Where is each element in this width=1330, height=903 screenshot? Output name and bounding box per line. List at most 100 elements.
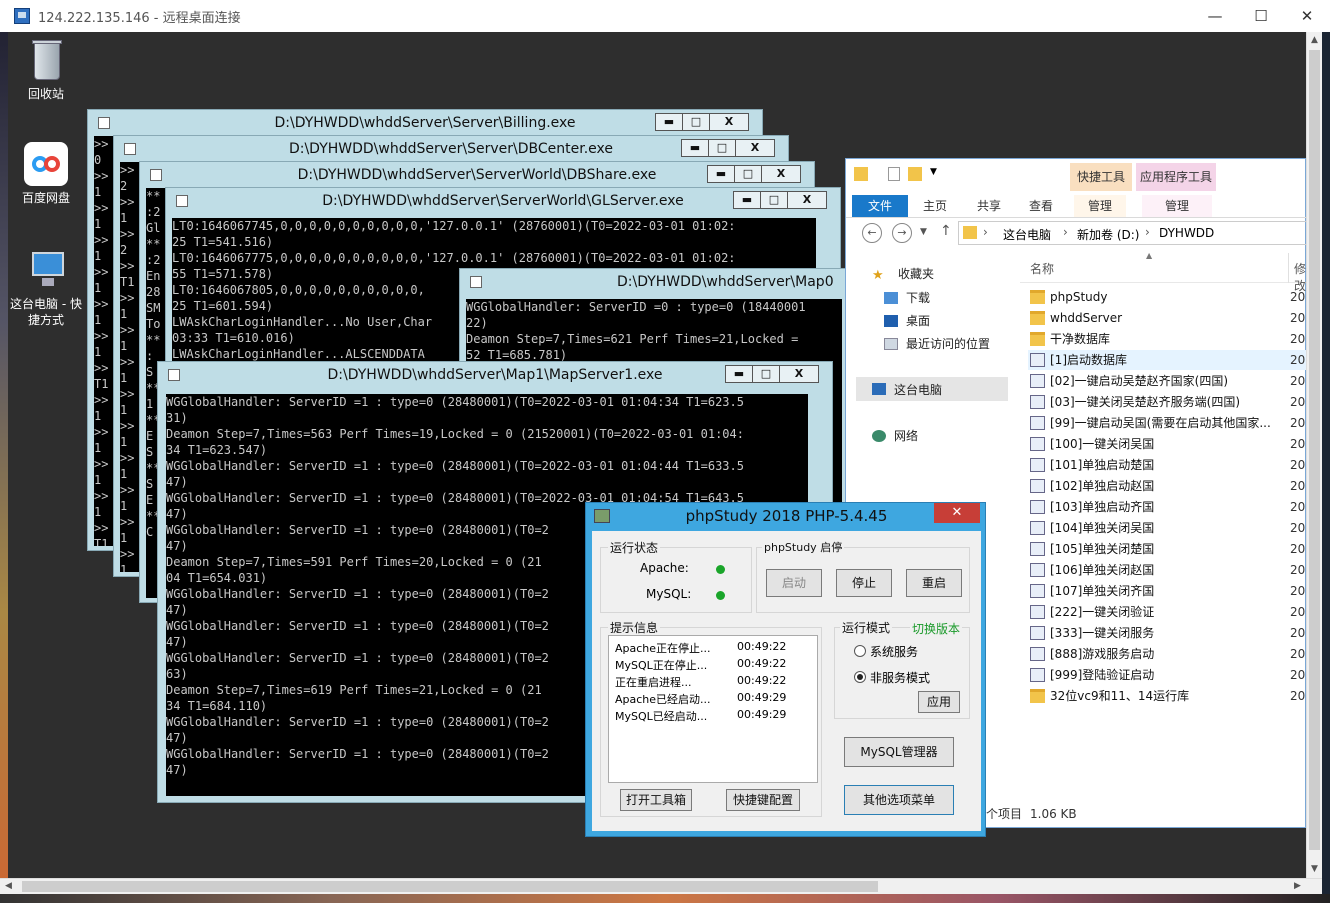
file-row[interactable]: [03]一键关闭吴楚赵齐服务端(四国) 20 xyxy=(1028,392,1306,412)
file-row[interactable]: [1]启动数据库 20 xyxy=(1028,350,1306,370)
nav-favorites[interactable]: ★ 收藏夹 xyxy=(872,265,934,283)
maximize-button[interactable]: □ xyxy=(734,165,762,183)
file-row[interactable]: whddServer 20 xyxy=(1028,308,1306,328)
file-row[interactable]: [999]登陆验证启动 20 xyxy=(1028,665,1306,685)
restart-button[interactable]: 重启 xyxy=(906,569,962,597)
log-message: MySQL已经启动... xyxy=(615,710,708,723)
file-row[interactable]: phpStudy 20 xyxy=(1028,287,1306,307)
close-button[interactable]: X xyxy=(761,165,801,183)
nav-this-pc[interactable]: 这台电脑 xyxy=(856,377,1008,401)
maximize-button[interactable]: □ xyxy=(682,113,710,131)
maximize-button[interactable]: □ xyxy=(708,139,736,157)
close-button[interactable]: ✕ xyxy=(1284,0,1330,32)
tab-file[interactable]: 文件 xyxy=(852,195,908,217)
file-row[interactable]: [100]一键关闭吴国 20 xyxy=(1028,434,1306,454)
breadcrumb-drive[interactable]: 新加卷 (D:) xyxy=(1077,226,1139,243)
maximize-button[interactable]: □ xyxy=(760,191,788,209)
back-button[interactable]: ← xyxy=(862,223,882,243)
local-desktop-edge-bottom xyxy=(0,894,1330,903)
console-title-bar: D:\DYHWDD\whddServer\Map0 xyxy=(460,269,858,295)
radio-system-service[interactable] xyxy=(854,645,866,657)
breadcrumb-sep-icon: › xyxy=(1063,225,1068,239)
scroll-left-icon[interactable]: ◀ xyxy=(5,881,12,891)
file-row[interactable]: [02]一键启动吴楚赵齐国家(四国) 20 xyxy=(1028,371,1306,391)
maximize-button[interactable]: ☐ xyxy=(1238,0,1284,32)
close-button[interactable]: X xyxy=(787,191,827,209)
file-row[interactable]: [107]单独关闭齐国 20 xyxy=(1028,581,1306,601)
forward-button[interactable]: → xyxy=(892,223,912,243)
file-date: 20 xyxy=(1290,332,1306,346)
scroll-up-icon[interactable]: ▲ xyxy=(1311,35,1318,45)
run-mode-label: 运行模式 xyxy=(840,619,893,636)
breadcrumb-this-pc[interactable]: 这台电脑 xyxy=(1003,226,1051,243)
breadcrumb-dyhwdd[interactable]: DYHWDD xyxy=(1159,226,1214,240)
minimize-button[interactable]: ▬ xyxy=(655,113,683,131)
scroll-down-icon[interactable]: ▼ xyxy=(1311,864,1318,874)
close-button[interactable]: ✕ xyxy=(934,503,980,523)
tab-manage-shortcut[interactable]: 管理 xyxy=(1074,195,1126,217)
file-row[interactable]: [104]单独关闭吴国 20 xyxy=(1028,518,1306,538)
nav-desktop[interactable]: 桌面 xyxy=(884,312,930,329)
file-date: 20 xyxy=(1290,500,1306,514)
mysql-status-indicator xyxy=(716,591,725,600)
nav-network[interactable]: 网络 xyxy=(872,427,918,444)
up-button[interactable]: ↑ xyxy=(940,223,952,239)
file-row[interactable]: [99]一键启动吴国(需要在启动其他国家... 20 xyxy=(1028,413,1306,433)
minimize-button[interactable]: — xyxy=(1192,0,1238,32)
apply-button[interactable]: 应用 xyxy=(918,691,960,713)
file-row[interactable]: [106]单独关闭赵国 20 xyxy=(1028,560,1306,580)
recent-locations-icon[interactable]: ▼ xyxy=(920,227,927,237)
file-row[interactable]: 干净数据库 20 xyxy=(1028,329,1306,349)
scroll-thumb[interactable] xyxy=(1309,50,1320,850)
vertical-scrollbar[interactable]: ▲ ▼ xyxy=(1306,32,1322,878)
ctx-tab-shortcut-tools[interactable]: 快捷工具 xyxy=(1070,163,1132,191)
file-row[interactable]: [888]游戏服务启动 20 xyxy=(1028,644,1306,664)
horizontal-scrollbar[interactable]: ◀ ▶ xyxy=(0,878,1322,894)
column-name[interactable]: 名称 xyxy=(1030,260,1054,277)
scroll-thumb[interactable] xyxy=(22,881,878,892)
file-row[interactable]: [222]一键关闭验证 20 xyxy=(1028,602,1306,622)
shortcut-config-button[interactable]: 快捷键配置 xyxy=(726,789,800,811)
apache-status-indicator xyxy=(716,565,725,574)
radio-non-service[interactable] xyxy=(854,671,866,683)
minimize-button[interactable]: ▬ xyxy=(725,365,753,383)
close-button[interactable]: X xyxy=(779,365,819,383)
address-bar[interactable]: › 这台电脑 › 新加卷 (D:) › DYHWDD xyxy=(958,221,1306,245)
close-button[interactable]: X xyxy=(709,113,749,131)
minimize-button[interactable]: ▬ xyxy=(733,191,761,209)
file-row[interactable]: 32位vc9和11、14运行库 20 xyxy=(1028,686,1306,706)
desktop-icon-this-pc-shortcut[interactable]: 这台电脑 - 快捷方式 xyxy=(8,248,84,328)
start-button[interactable]: 启动 xyxy=(766,569,822,597)
new-folder-icon[interactable] xyxy=(908,167,922,181)
file-row[interactable]: [101]单独启动楚国 20 xyxy=(1028,455,1306,475)
close-button[interactable]: X xyxy=(735,139,775,157)
properties-icon[interactable] xyxy=(888,167,900,181)
chevron-down-icon[interactable]: ▼ xyxy=(930,167,937,177)
desktop-icon-baidu-netdisk[interactable]: 百度网盘 xyxy=(8,142,84,206)
file-row[interactable]: [103]单独启动齐国 20 xyxy=(1028,497,1306,517)
other-options-button[interactable]: 其他选项菜单 xyxy=(844,785,954,815)
maximize-button[interactable]: □ xyxy=(752,365,780,383)
tab-manage-app[interactable]: 管理 xyxy=(1142,195,1212,217)
mysql-manager-button[interactable]: MySQL管理器 xyxy=(844,737,954,767)
file-row[interactable]: [333]一键关闭服务 20 xyxy=(1028,623,1306,643)
nav-recent[interactable]: 最近访问的位置 xyxy=(884,335,990,352)
log-entry: Apache已经启动... 00:49:29 xyxy=(615,691,815,707)
stop-button[interactable]: 停止 xyxy=(836,569,892,597)
file-row[interactable]: [105]单独关闭楚国 20 xyxy=(1028,539,1306,559)
tab-view[interactable]: 查看 xyxy=(1018,195,1064,217)
quick-access-toolbar[interactable]: ▼ xyxy=(850,167,940,185)
info-log-list[interactable]: Apache正在停止... 00:49:22 MySQL正在停止... 00:49:2… xyxy=(608,635,818,783)
tab-home[interactable]: 主页 xyxy=(912,195,958,217)
phpstudy-window[interactable]: phpStudy 2018 PHP-5.4.45 ✕ 运行状态 Apache: … xyxy=(585,502,986,837)
tab-share[interactable]: 共享 xyxy=(966,195,1012,217)
open-toolbox-button[interactable]: 打开工具箱 xyxy=(620,789,692,811)
file-row[interactable]: [102]单独启动赵国 20 xyxy=(1028,476,1306,496)
minimize-button[interactable]: ▬ xyxy=(681,139,709,157)
minimize-button[interactable]: ▬ xyxy=(707,165,735,183)
ctx-tab-app-tools[interactable]: 应用程序工具 xyxy=(1136,163,1216,191)
nav-downloads[interactable]: 下载 xyxy=(884,289,930,306)
desktop-icon-recycle-bin[interactable]: 回收站 xyxy=(8,38,84,102)
scroll-right-icon[interactable]: ▶ xyxy=(1294,881,1301,891)
switch-version-link[interactable]: 切换版本 xyxy=(910,620,963,637)
